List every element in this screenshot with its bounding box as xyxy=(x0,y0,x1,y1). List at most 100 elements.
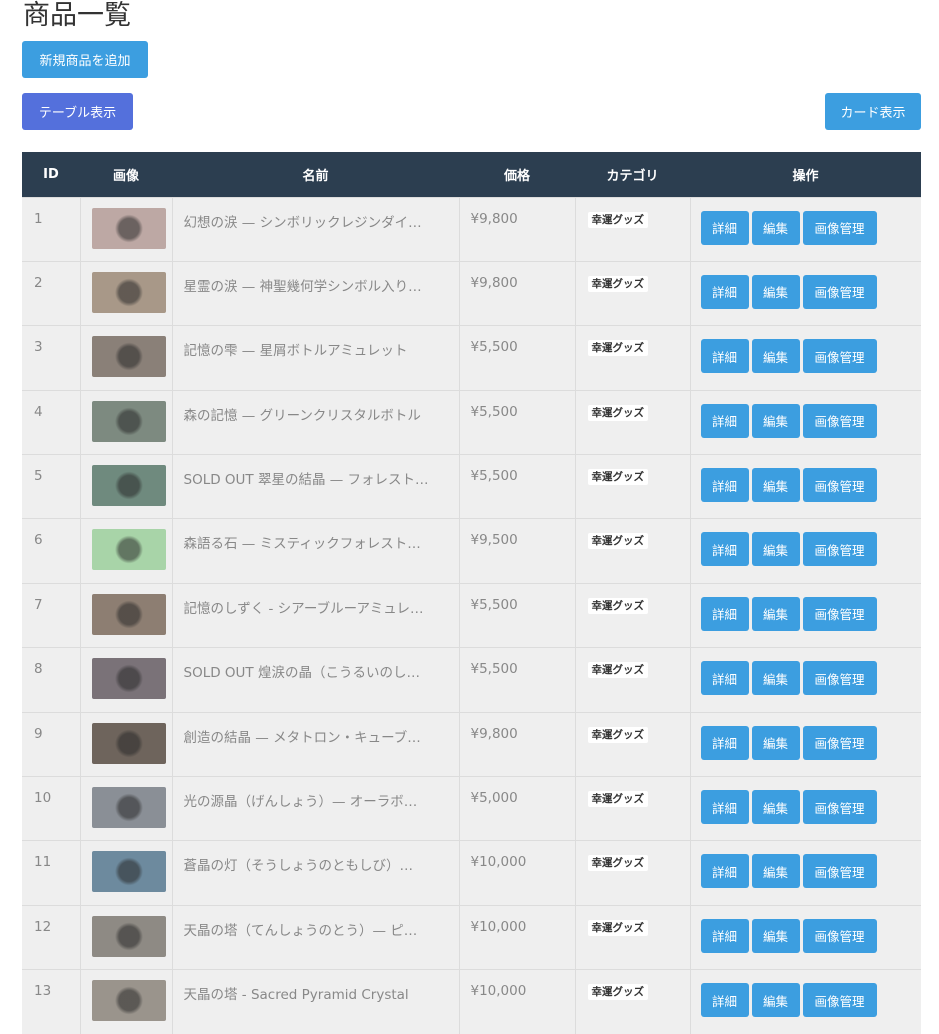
category-badge: 幸運グッズ xyxy=(587,662,648,679)
product-category-cell: 幸運グッズ xyxy=(575,647,691,713)
edit-button[interactable]: 編集 xyxy=(751,596,800,631)
product-thumbnail xyxy=(91,980,166,1022)
product-thumbnail xyxy=(91,336,166,378)
add-product-button[interactable]: 新規商品を追加 xyxy=(22,41,148,78)
edit-button[interactable]: 編集 xyxy=(751,210,800,245)
detail-button[interactable]: 詳細 xyxy=(700,532,749,567)
image-manage-button[interactable]: 画像管理 xyxy=(802,596,877,631)
product-id: 8 xyxy=(22,647,81,713)
detail-button[interactable]: 詳細 xyxy=(700,596,749,631)
product-name: 記憶の雫 — 星屑ボトルアミュレット xyxy=(172,325,460,391)
detail-button[interactable]: 詳細 xyxy=(700,918,749,953)
card-view-button[interactable]: カード表示 xyxy=(825,93,921,130)
detail-button[interactable]: 詳細 xyxy=(700,854,749,889)
category-badge: 幸運グッズ xyxy=(587,597,648,614)
header-id: ID xyxy=(43,166,59,182)
image-manage-button[interactable]: 画像管理 xyxy=(802,854,877,889)
page-title: 商品一覧 xyxy=(23,0,131,31)
category-badge: 幸運グッズ xyxy=(587,919,648,936)
detail-button[interactable]: 詳細 xyxy=(700,403,749,438)
image-manage-button[interactable]: 画像管理 xyxy=(802,274,877,309)
product-id: 7 xyxy=(22,582,81,648)
table-view-button[interactable]: テーブル表示 xyxy=(22,93,133,130)
product-actions: 詳細 編集 画像管理 xyxy=(690,582,921,648)
product-image-cell xyxy=(80,711,173,777)
product-actions: 詳細 編集 画像管理 xyxy=(690,518,921,584)
product-id: 4 xyxy=(22,389,81,455)
edit-button[interactable]: 編集 xyxy=(751,339,800,374)
product-image-cell xyxy=(80,840,173,906)
product-price: ¥9,800 xyxy=(459,711,576,777)
image-manage-button[interactable]: 画像管理 xyxy=(802,339,877,374)
product-image-cell xyxy=(80,260,173,326)
product-actions: 詳細 編集 画像管理 xyxy=(690,196,921,262)
detail-button[interactable]: 詳細 xyxy=(700,725,749,760)
category-badge: 幸運グッズ xyxy=(587,855,648,872)
category-badge: 幸運グッズ xyxy=(587,404,648,421)
product-actions: 詳細 編集 画像管理 xyxy=(690,325,921,391)
detail-button[interactable]: 詳細 xyxy=(700,339,749,374)
product-category-cell: 幸運グッズ xyxy=(575,454,691,519)
edit-button[interactable]: 編集 xyxy=(751,661,800,696)
product-actions: 詳細 編集 画像管理 xyxy=(690,840,921,906)
product-thumbnail xyxy=(91,658,166,700)
image-manage-button[interactable]: 画像管理 xyxy=(802,661,877,696)
edit-button[interactable]: 編集 xyxy=(751,468,800,503)
edit-button[interactable]: 編集 xyxy=(751,854,800,889)
image-manage-button[interactable]: 画像管理 xyxy=(802,468,877,503)
header-name: 名前 xyxy=(302,168,329,184)
edit-button[interactable]: 編集 xyxy=(751,532,800,567)
edit-button[interactable]: 編集 xyxy=(751,790,800,825)
product-name: 創造の結晶 — メタトロン・キューブ… xyxy=(172,711,460,777)
product-price: ¥5,500 xyxy=(459,647,576,713)
header-image: 画像 xyxy=(112,168,139,184)
image-manage-button[interactable]: 画像管理 xyxy=(802,210,877,245)
edit-button[interactable]: 編集 xyxy=(751,403,800,438)
image-manage-button[interactable]: 画像管理 xyxy=(802,403,877,438)
product-actions: 詳細 編集 画像管理 xyxy=(690,389,921,455)
edit-button[interactable]: 編集 xyxy=(751,918,800,953)
product-image-cell xyxy=(80,518,173,584)
table-row: 7 記憶のしずく - シアーブルーアミュレ… ¥5,500 幸運グッズ 詳細 編集 画像管理 xyxy=(22,582,921,648)
detail-button[interactable]: 詳細 xyxy=(700,468,749,503)
product-price: ¥10,000 xyxy=(459,840,576,906)
product-image-cell xyxy=(80,196,173,262)
product-id: 1 xyxy=(22,196,81,262)
product-price: ¥10,000 xyxy=(459,969,576,1034)
table-row: 9 創造の結晶 — メタトロン・キューブ… ¥9,800 幸運グッズ 詳細 編集 画像管理 xyxy=(22,711,921,777)
product-price: ¥5,500 xyxy=(459,389,576,455)
product-category-cell: 幸運グッズ xyxy=(575,840,691,906)
product-price: ¥10,000 xyxy=(459,904,576,970)
detail-button[interactable]: 詳細 xyxy=(700,274,749,309)
category-badge: 幸運グッズ xyxy=(587,533,648,550)
image-manage-button[interactable]: 画像管理 xyxy=(802,983,877,1018)
product-thumbnail xyxy=(91,271,166,313)
product-table: ID 画像 名前 価格 カテゴリ 操作 1 幻想の涙 — シンボリックレジンダイ…… xyxy=(22,152,921,1034)
image-manage-button[interactable]: 画像管理 xyxy=(802,790,877,825)
detail-button[interactable]: 詳細 xyxy=(700,210,749,245)
product-name: 記憶のしずく - シアーブルーアミュレ… xyxy=(172,582,460,648)
product-thumbnail xyxy=(91,593,166,635)
product-price: ¥9,500 xyxy=(459,518,576,584)
product-image-cell xyxy=(80,325,173,391)
product-thumbnail xyxy=(91,851,166,893)
detail-button[interactable]: 詳細 xyxy=(700,790,749,825)
product-id: 2 xyxy=(22,260,81,326)
table-row: 8 SOLD OUT 煌涙の晶（こうるいのし… ¥5,500 幸運グッズ 詳細 編集 画像管… xyxy=(22,647,921,713)
table-row: 13 天晶の塔 - Sacred Pyramid Crystal ¥10,000 幸運… xyxy=(22,969,921,1034)
product-actions: 詳細 編集 画像管理 xyxy=(690,776,921,841)
product-thumbnail xyxy=(91,207,166,249)
detail-button[interactable]: 詳細 xyxy=(700,661,749,696)
edit-button[interactable]: 編集 xyxy=(751,725,800,760)
product-id: 13 xyxy=(22,969,81,1034)
product-actions: 詳細 編集 画像管理 xyxy=(690,647,921,713)
detail-button[interactable]: 詳細 xyxy=(700,983,749,1018)
image-manage-button[interactable]: 画像管理 xyxy=(802,725,877,760)
edit-button[interactable]: 編集 xyxy=(751,274,800,309)
edit-button[interactable]: 編集 xyxy=(751,983,800,1018)
product-price: ¥5,500 xyxy=(459,582,576,648)
table-row: 3 記憶の雫 — 星屑ボトルアミュレット ¥5,500 幸運グッズ 詳細 編集 画像管理 xyxy=(22,325,921,391)
product-thumbnail xyxy=(91,529,166,571)
image-manage-button[interactable]: 画像管理 xyxy=(802,918,877,953)
image-manage-button[interactable]: 画像管理 xyxy=(802,532,877,567)
